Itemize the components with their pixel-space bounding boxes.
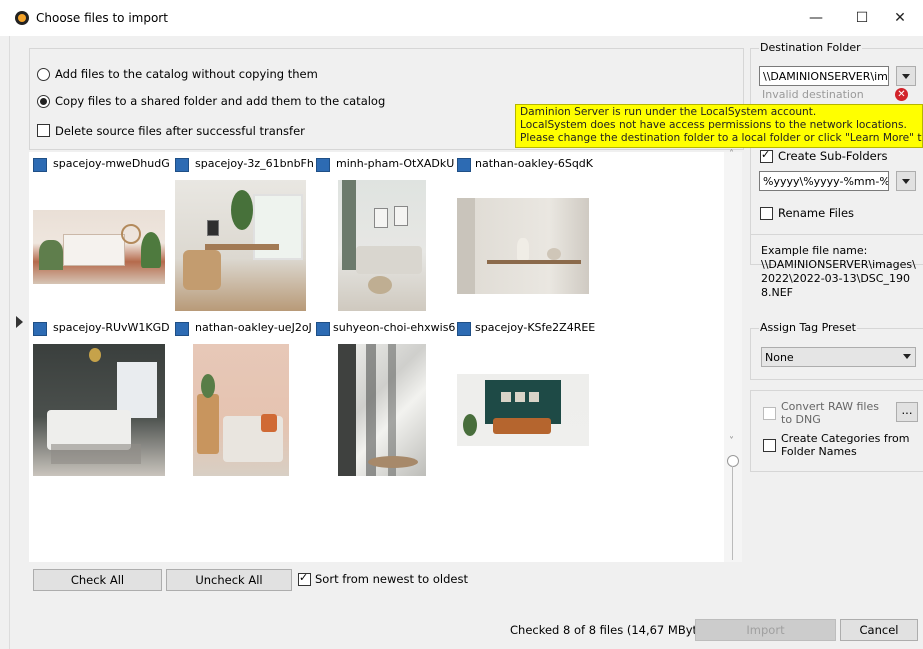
rename-files-checkbox[interactable] [760, 207, 773, 220]
import-dialog: Choose files to import — ☐ ✕ Add files t… [0, 0, 923, 649]
thumbnail-image[interactable] [33, 210, 165, 284]
sort-newest-checkbox[interactable] [298, 571, 311, 586]
check-all-button[interactable]: Check All [33, 569, 162, 591]
tooltip-line-2: LocalSystem does not have access permiss… [520, 119, 907, 131]
thumbnail-image[interactable] [457, 374, 589, 446]
tooltip-line-3: Please change the destination folder to … [520, 132, 923, 144]
example-file-path: \\DAMINIONSERVER\images\ 2022\2022-03-13… [761, 258, 916, 299]
file-checkbox[interactable] [33, 158, 47, 172]
expand-panel-arrow-icon[interactable] [16, 316, 23, 328]
destination-folder-input[interactable]: \\DAMINIONSERVER\images [759, 66, 889, 86]
file-checkbox[interactable] [175, 322, 189, 336]
delete-source-checkbox[interactable] [37, 124, 50, 137]
scroll-up-icon[interactable]: ˄ [729, 149, 734, 160]
file-name: suhyeon-choi-ehxwis6 [333, 321, 456, 334]
scroll-thumb[interactable] [727, 455, 739, 467]
status-text: Checked 8 of 8 files (14,67 MBytes) [510, 623, 715, 637]
scroll-down-icon[interactable]: ˅ [729, 436, 734, 447]
file-name: spacejoy-mweDhudG [53, 157, 170, 170]
label-delete-source: Delete source files after successful tra… [55, 124, 305, 138]
warning-tooltip: Daminion Server is run under the LocalSy… [515, 104, 923, 148]
uncheck-all-button[interactable]: Uncheck All [166, 569, 292, 591]
file-name: minh-pham-OtXADkU [336, 157, 455, 170]
label-add-without-copy: Add files to the catalog without copying… [55, 67, 318, 81]
label-rename-files: Rename Files [778, 206, 855, 220]
file-checkbox[interactable] [316, 158, 330, 172]
file-name: nathan-oakley-ueJ2oJ [195, 321, 312, 334]
tag-preset-chevron-down-icon [903, 354, 911, 359]
destination-folder-header: Destination Folder [759, 41, 862, 54]
convert-raw-checkbox[interactable] [763, 407, 776, 420]
label-convert-raw: Convert RAW files to DNG [781, 400, 879, 426]
window-title: Choose files to import [36, 11, 168, 25]
subfolder-pattern-dropdown[interactable] [896, 171, 916, 191]
file-name: spacejoy-RUvW1KGD [53, 321, 170, 334]
radio-copy-to-shared[interactable] [37, 95, 50, 108]
tooltip-line-1: Daminion Server is run under the LocalSy… [520, 106, 817, 118]
subfolder-pattern-input[interactable]: %yyyy\%yyyy-%mm-%dd [759, 171, 889, 191]
example-file-label: Example file name: [761, 244, 868, 257]
left-edge-panel [0, 36, 10, 649]
label-sort-newest: Sort from newest to oldest [315, 572, 468, 586]
error-icon: ✕ [895, 88, 908, 101]
import-button[interactable]: Import [695, 619, 836, 641]
tag-preset-header: Assign Tag Preset [759, 321, 857, 334]
file-name: spacejoy-3z_61bnbFh [195, 157, 314, 170]
file-thumbnail-grid: spacejoy-mweDhudG spacejoy-3z_61bnbFh mi… [29, 152, 742, 562]
label-create-subfolders: Create Sub-Folders [778, 149, 888, 163]
file-checkbox[interactable] [316, 322, 330, 336]
file-checkbox[interactable] [175, 158, 189, 172]
label-copy-to-shared: Copy files to a shared folder and add th… [55, 94, 386, 108]
thumbnail-image[interactable] [175, 180, 306, 311]
title-bar: Choose files to import — ☐ ✕ [0, 0, 923, 36]
thumbnail-image[interactable] [193, 344, 289, 476]
cancel-button[interactable]: Cancel [840, 619, 918, 641]
create-categories-checkbox[interactable] [763, 439, 776, 452]
daminion-app-icon [15, 11, 29, 25]
destination-dropdown-button[interactable] [896, 66, 916, 86]
file-checkbox[interactable] [33, 322, 47, 336]
invalid-destination-text: Invalid destination [762, 88, 864, 101]
file-checkbox[interactable] [457, 322, 471, 336]
radio-add-without-copy[interactable] [37, 68, 50, 81]
create-subfolders-checkbox[interactable] [760, 148, 773, 163]
convert-raw-options-button[interactable]: ... [896, 402, 918, 422]
file-checkbox[interactable] [457, 158, 471, 172]
minimize-button[interactable]: — [793, 0, 839, 36]
grid-scrollbar[interactable]: ˄ ˅ [724, 149, 742, 562]
tag-preset-select[interactable]: None [761, 347, 916, 367]
thumbnail-image[interactable] [338, 180, 426, 311]
thumbnail-image[interactable] [338, 344, 426, 476]
label-create-categories: Create Categories from Folder Names [781, 432, 910, 458]
thumbnail-image[interactable] [457, 198, 589, 294]
close-button[interactable]: ✕ [877, 0, 923, 36]
file-name: nathan-oakley-6SqdK [475, 157, 593, 170]
thumbnail-image[interactable] [33, 344, 165, 476]
file-name: spacejoy-KSfe2Z4REE [475, 321, 596, 334]
